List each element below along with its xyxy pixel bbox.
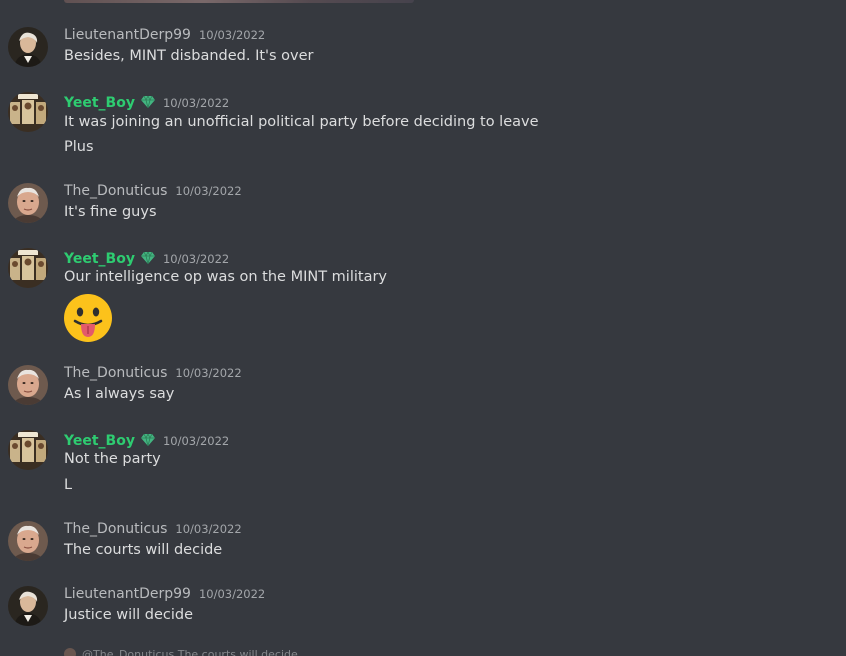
message-header: The_Donuticus 10/03/2022 [64, 521, 242, 541]
message-header: Yeet_Boy 10/03/2022 [64, 248, 229, 268]
avatar[interactable] [8, 430, 48, 470]
nitro-gem-icon[interactable] [140, 93, 155, 109]
message-text: Our intelligence op was on the MINT mili… [64, 269, 387, 285]
reply-preview[interactable]: @The_Donuticus The courts will decide [64, 648, 324, 656]
portrait-avatar-icon [8, 586, 48, 626]
portrait-avatar-icon [8, 27, 48, 67]
avatar [64, 648, 76, 656]
man-photo-avatar-icon [8, 365, 48, 405]
tongue-out-emoji-icon[interactable] [63, 293, 113, 343]
timestamp[interactable]: 10/03/2022 [163, 252, 229, 266]
message-header: The_Donuticus 10/03/2022 [64, 183, 242, 203]
avatar[interactable] [8, 92, 48, 132]
group-photo-avatar-icon [8, 248, 48, 288]
group-photo-avatar-icon [8, 430, 48, 470]
nitro-gem-icon[interactable] [140, 249, 155, 265]
timestamp[interactable]: 10/03/2022 [199, 28, 265, 42]
avatar[interactable] [8, 365, 48, 405]
chat-messages: LieutenantDerp99 10/03/2022 Besides, MIN… [0, 0, 846, 656]
avatar[interactable] [8, 27, 48, 67]
username[interactable]: The_Donuticus [64, 365, 167, 381]
timestamp[interactable]: 10/03/2022 [175, 184, 241, 198]
message-header: Yeet_Boy 10/03/2022 [64, 92, 229, 112]
nitro-gem-icon[interactable] [140, 431, 155, 447]
message-text: It's fine guys [64, 204, 157, 220]
message-text: Plus [64, 139, 94, 155]
username[interactable]: The_Donuticus [64, 183, 167, 199]
username[interactable]: LieutenantDerp99 [64, 27, 191, 43]
message-text: As I always say [64, 386, 175, 402]
message-header: LieutenantDerp99 10/03/2022 [64, 586, 265, 606]
reply-preview-text: @The_Donuticus The courts will decide [82, 647, 298, 656]
message-header: The_Donuticus 10/03/2022 [64, 365, 242, 385]
message-header: LieutenantDerp99 10/03/2022 [64, 27, 265, 47]
username[interactable]: LieutenantDerp99 [64, 586, 191, 602]
username[interactable]: Yeet_Boy [64, 251, 135, 267]
message-text: Not the party [64, 451, 161, 467]
message-header: Yeet_Boy 10/03/2022 [64, 430, 229, 450]
avatar[interactable] [8, 248, 48, 288]
avatar[interactable] [8, 521, 48, 561]
username[interactable]: The_Donuticus [64, 521, 167, 537]
message-text: It was joining an unofficial political p… [64, 114, 539, 130]
message-text: The courts will decide [64, 542, 223, 558]
username[interactable]: Yeet_Boy [64, 95, 135, 111]
username[interactable]: Yeet_Boy [64, 433, 135, 449]
avatar[interactable] [8, 183, 48, 223]
man-photo-avatar-icon [8, 183, 48, 223]
message-text: Justice will decide [64, 607, 194, 623]
timestamp[interactable]: 10/03/2022 [163, 96, 229, 110]
avatar[interactable] [8, 586, 48, 626]
timestamp[interactable]: 10/03/2022 [175, 366, 241, 380]
message-text: L [64, 477, 73, 493]
timestamp[interactable]: 10/03/2022 [199, 587, 265, 601]
message-text: Besides, MINT disbanded. It's over [64, 48, 314, 64]
timestamp[interactable]: 10/03/2022 [175, 522, 241, 536]
man-photo-avatar-icon [8, 521, 48, 561]
timestamp[interactable]: 10/03/2022 [163, 434, 229, 448]
image-attachment-edge[interactable] [64, 0, 414, 3]
group-photo-avatar-icon [8, 92, 48, 132]
